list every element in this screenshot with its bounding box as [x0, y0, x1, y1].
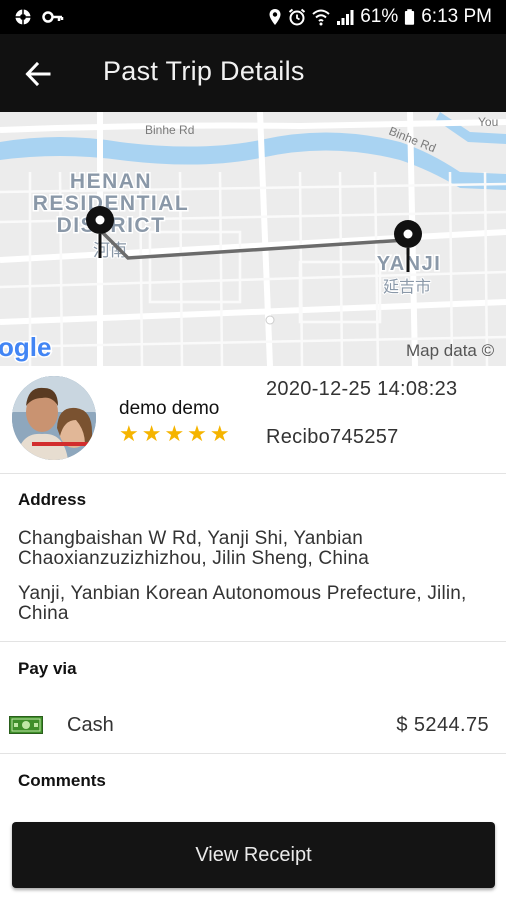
status-bar: 61% 6:13 PM [0, 0, 506, 34]
driver-avatar [12, 376, 96, 460]
status-icons-left [14, 8, 64, 26]
battery-percent: 61% [360, 6, 399, 27]
svg-text:ogle: ogle [0, 332, 51, 362]
back-button[interactable] [20, 56, 56, 92]
map-poi [265, 315, 275, 325]
payment-method: Cash [67, 714, 114, 736]
clock: 6:13 PM [421, 6, 492, 27]
divider [0, 753, 506, 754]
cash-icon [9, 716, 43, 734]
wifi-icon [312, 9, 330, 26]
svg-text:HENAN: HENAN [70, 170, 152, 193]
map-canvas: Binhe Rd Binhe Rd You HENAN RESIDENTIAL … [0, 112, 506, 366]
trip-datetime: 2020-12-25 14:08:23 [266, 378, 458, 400]
pickup-address: Changbaishan W Rd, Yanji Shi, Yanbian Ch… [18, 528, 370, 569]
signal-icon [337, 10, 354, 25]
divider [0, 641, 506, 642]
comments-title: Comments [18, 771, 106, 790]
key-icon [42, 11, 64, 23]
status-icons-right: 61% 6:13 PM [268, 6, 492, 28]
address-title: Address [18, 490, 87, 509]
view-receipt-button[interactable]: View Receipt [12, 822, 495, 888]
google-logo: ogle [0, 331, 53, 364]
route-map[interactable]: Binhe Rd Binhe Rd You HENAN RESIDENTIAL … [0, 112, 506, 366]
trip-summary: demo demo ★★★★★ 2020-12-25 14:08:23 Reci… [0, 366, 506, 474]
road-label: You [478, 115, 498, 129]
map-attribution: Map data © [406, 341, 495, 360]
app-notification-icon [15, 9, 31, 25]
alarm-icon [289, 8, 306, 26]
page-title: Past Trip Details [103, 56, 305, 86]
location-icon [269, 9, 281, 25]
pay-via-title: Pay via [18, 659, 77, 678]
back-arrow-icon [25, 61, 51, 87]
dropoff-address: Yanji, Yanbian Korean Autonomous Prefect… [18, 583, 467, 624]
star-icon: ★★★★★ [119, 421, 233, 446]
receipt-number: Recibo745257 [266, 426, 399, 448]
road-label: Binhe Rd [145, 123, 194, 137]
battery-icon [405, 9, 415, 25]
trip-amount: $ 5244.75 [396, 714, 489, 736]
app-bar: Past Trip Details [0, 34, 506, 112]
driver-name: demo demo [119, 398, 220, 419]
driver-rating: ★★★★★ [119, 421, 233, 447]
city-label-cn: 延吉市 [383, 277, 431, 296]
